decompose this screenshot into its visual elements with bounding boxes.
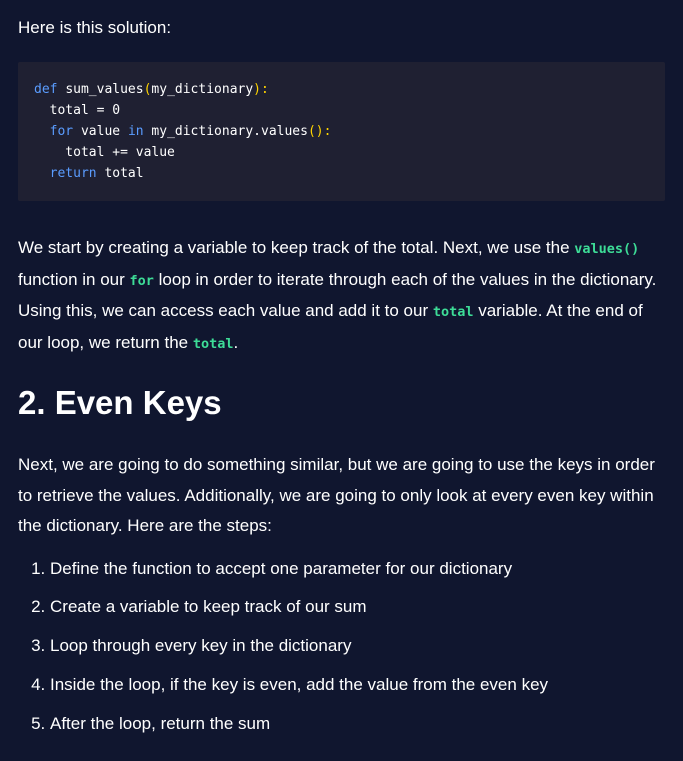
article: Here is this solution: def sum_values(my… — [0, 0, 683, 735]
code-line: for value in my_dictionary.values(): — [34, 121, 649, 142]
code-text: sum_values — [65, 82, 144, 97]
code-bracket: (): — [307, 124, 332, 139]
code-block: def sum_values(my_dictionary): total = 0… — [18, 62, 665, 201]
text-segment: We start by creating a variable to keep … — [18, 238, 575, 257]
code-keyword: return — [49, 166, 105, 181]
list-item: After the loop, return the sum — [50, 713, 665, 735]
code-line: total = 0 — [34, 100, 649, 121]
code-bracket: ): — [253, 82, 269, 97]
code-text: total = 0 — [34, 103, 121, 118]
steps-list: Define the function to accept one parame… — [18, 558, 665, 735]
list-item: Loop through every key in the dictionary — [50, 635, 665, 657]
code-keyword: in — [127, 124, 152, 139]
code-line: total += value — [34, 142, 649, 163]
list-item: Inside the loop, if the key is even, add… — [50, 674, 665, 696]
intro-text: Here is this solution: — [18, 18, 172, 37]
text-segment: . — [233, 332, 239, 352]
code-keyword: def — [34, 82, 66, 97]
inline-code-total-2: total — [192, 335, 234, 352]
code-text: total — [104, 166, 144, 181]
list-item: Create a variable to keep track of our s… — [50, 596, 665, 618]
code-text: my_dictionary — [151, 82, 254, 97]
section-heading: 2. Even Keys — [18, 384, 222, 421]
list-item: Define the function to accept one parame… — [50, 558, 665, 580]
steps-intro-paragraph: Next, we are going to do something simil… — [18, 455, 655, 535]
code-text: value — [80, 124, 128, 139]
inline-code-for: for — [129, 272, 154, 289]
text-segment: function in our — [18, 269, 130, 289]
inline-code-values: values() — [574, 241, 640, 257]
explanation-paragraph: We start by creating a variable to keep … — [18, 233, 665, 359]
inline-code-total: total — [432, 304, 474, 320]
code-line: def sum_values(my_dictionary): — [34, 79, 649, 100]
code-text: total += value — [34, 145, 175, 160]
code-keyword: for — [49, 124, 81, 139]
code-text: my_dictionary.values — [151, 124, 308, 139]
code-line: return total — [34, 163, 649, 184]
